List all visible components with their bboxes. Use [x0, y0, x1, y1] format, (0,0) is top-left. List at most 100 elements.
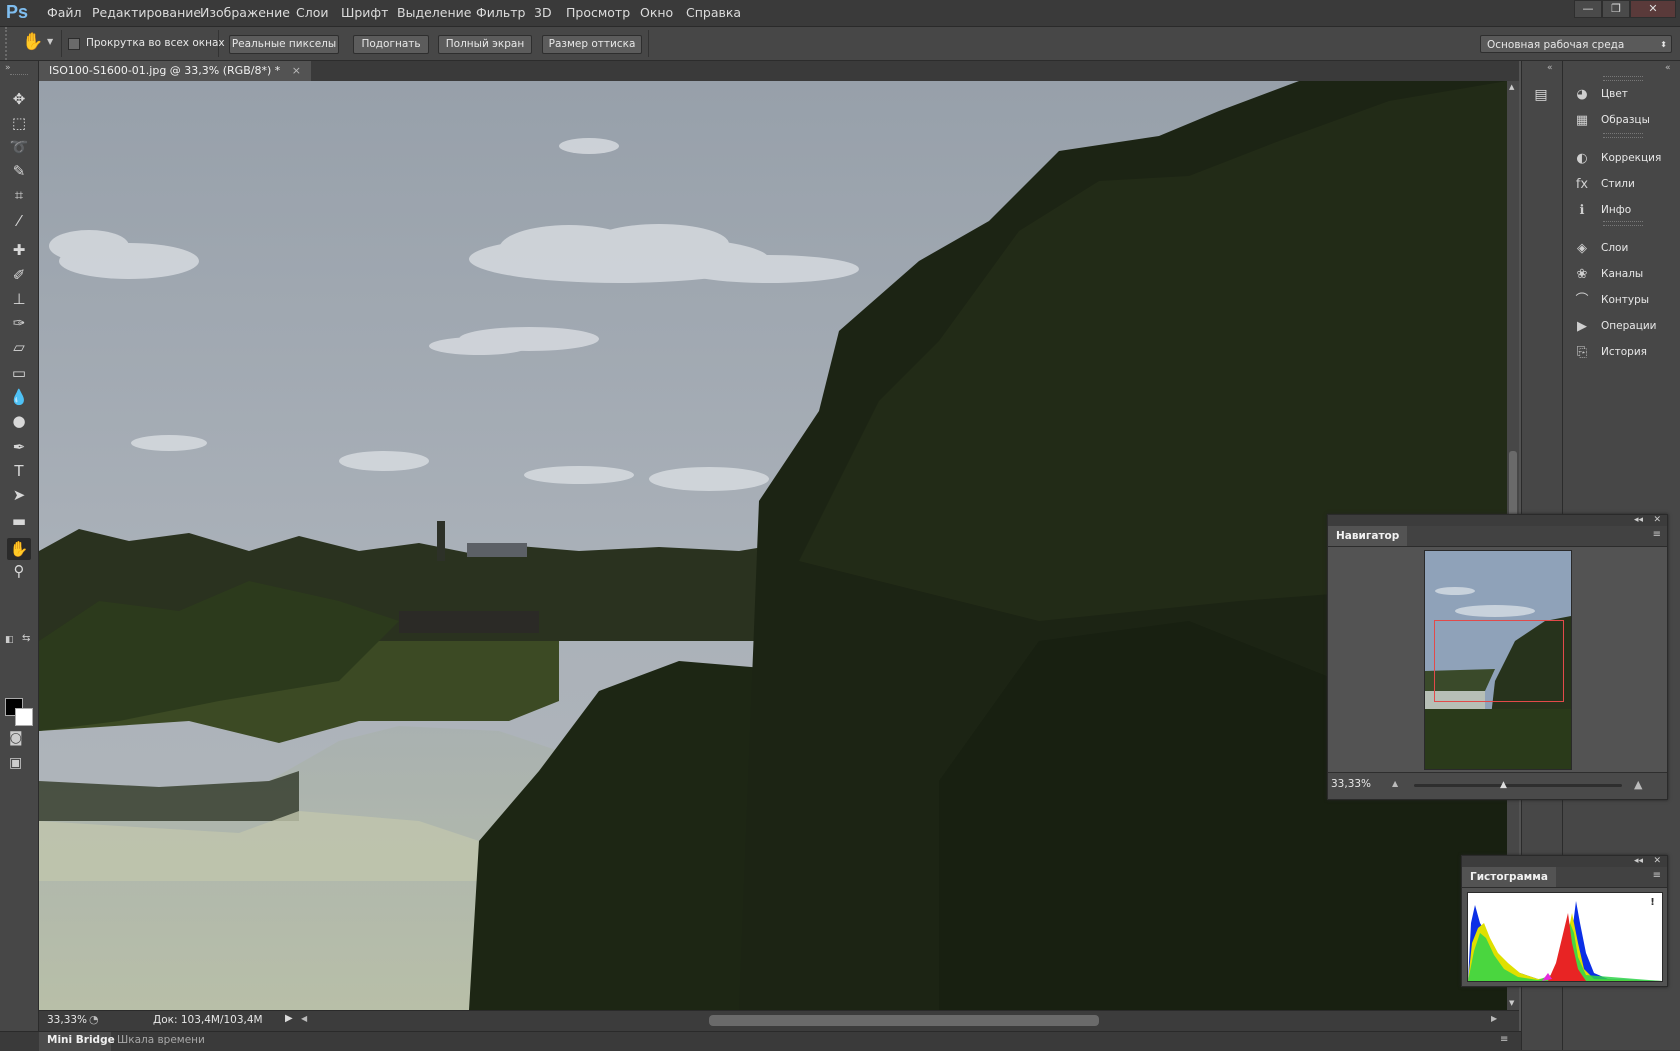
menu-edit[interactable]: Редактирование: [92, 5, 201, 20]
status-zoom[interactable]: 33,33%: [47, 1014, 87, 1026]
dock-item-layers[interactable]: ◈ Слои: [1573, 238, 1679, 260]
document-canvas[interactable]: [39, 81, 1507, 1010]
tab-timeline[interactable]: Шкала времени: [117, 1034, 205, 1046]
menu-filter[interactable]: Фильтр: [476, 5, 525, 20]
horizontal-scroll-thumb[interactable]: [709, 1015, 1099, 1026]
workspace-select[interactable]: Основная рабочая среда ⬍: [1480, 35, 1672, 53]
zoom-tool-icon[interactable]: ⚲: [7, 560, 31, 582]
dock-group-grip[interactable]: [1603, 133, 1643, 138]
path-selection-tool-icon[interactable]: ➤: [7, 484, 31, 506]
menu-view[interactable]: Просмотр: [566, 5, 630, 20]
quick-selection-tool-icon[interactable]: ✎: [7, 160, 31, 182]
panel-menu-icon[interactable]: ≡: [1500, 1034, 1508, 1045]
menu-help[interactable]: Справка: [686, 5, 741, 20]
tab-mini-bridge[interactable]: Mini Bridge: [47, 1034, 115, 1046]
zoom-in-icon[interactable]: ▲: [1634, 778, 1642, 791]
collapse-toolbar-icon[interactable]: »: [5, 63, 11, 73]
history-brush-tool-icon[interactable]: ✑: [7, 312, 31, 334]
navigator-thumbnail[interactable]: [1424, 550, 1572, 770]
scroll-left-icon[interactable]: ◀: [301, 1014, 307, 1023]
dodge-tool-icon[interactable]: ●: [7, 410, 31, 432]
warning-icon[interactable]: !: [1647, 897, 1658, 908]
hand-tool-preset-icon[interactable]: ✋: [22, 32, 43, 52]
close-icon[interactable]: ✕: [1653, 856, 1661, 867]
dock-item-styles[interactable]: fx Стили: [1573, 174, 1679, 196]
gradient-tool-icon[interactable]: ▭: [7, 362, 31, 384]
collapse-dock-icon[interactable]: «: [1665, 63, 1671, 73]
dock-item-swatches[interactable]: ▦ Образцы: [1573, 110, 1679, 132]
menu-file[interactable]: Файл: [47, 5, 82, 20]
dock-item-actions[interactable]: ▶ Операции: [1573, 316, 1679, 338]
menu-3d[interactable]: 3D: [534, 5, 552, 20]
restore-button[interactable]: ❐: [1602, 0, 1630, 18]
fit-screen-button[interactable]: Подогнать: [353, 35, 429, 54]
marquee-tool-icon[interactable]: ⬚: [7, 112, 31, 134]
lasso-tool-icon[interactable]: ➰: [7, 136, 31, 158]
zoom-out-icon[interactable]: ▲: [1392, 779, 1398, 788]
healing-brush-tool-icon[interactable]: ✚: [7, 239, 31, 261]
vertical-scroll-thumb[interactable]: [1509, 451, 1517, 521]
collapse-icon[interactable]: ◂◂: [1634, 515, 1643, 526]
panel-menu-icon[interactable]: ≡: [1653, 529, 1661, 540]
zoom-slider[interactable]: [1414, 784, 1622, 787]
navigator-panel: ◂◂ ✕ Навигатор ≡ 33,33% ▲ ▲ ▲: [1327, 514, 1668, 800]
move-tool-icon[interactable]: ✥: [7, 88, 31, 110]
document-tab[interactable]: ISO100-S1600-01.jpg @ 33,3% (RGB/8*) * ×: [39, 61, 311, 81]
menu-layers[interactable]: Слои: [296, 5, 329, 20]
scroll-all-checkbox[interactable]: [68, 38, 80, 50]
hand-tool-icon[interactable]: ✋: [7, 538, 31, 560]
status-info-icon[interactable]: ◔: [89, 1013, 99, 1026]
clone-stamp-tool-icon[interactable]: ⊥: [7, 288, 31, 310]
background-color-swatch[interactable]: [15, 708, 33, 726]
menu-type[interactable]: Шрифт: [341, 5, 388, 20]
tab-histogram[interactable]: Гистограмма: [1462, 867, 1556, 887]
navigator-header[interactable]: ◂◂ ✕: [1328, 515, 1667, 526]
menu-select[interactable]: Выделение: [397, 5, 471, 20]
print-size-button[interactable]: Размер оттиска: [542, 35, 642, 54]
dock-item-label: Слои: [1601, 242, 1629, 254]
crop-tool-icon[interactable]: ⌗: [7, 184, 31, 206]
scroll-right-icon[interactable]: ▶: [1491, 1014, 1497, 1023]
default-colors-icon[interactable]: ◧: [5, 635, 14, 645]
dock-item-color[interactable]: ◕ Цвет: [1573, 84, 1679, 106]
close-button[interactable]: ✕: [1630, 0, 1676, 18]
shape-tool-icon[interactable]: ▬: [7, 510, 31, 532]
properties-icon[interactable]: ▤: [1531, 87, 1551, 107]
panel-menu-icon[interactable]: ≡: [1653, 870, 1661, 881]
dock-item-info[interactable]: ℹ Инфо: [1573, 200, 1679, 222]
scroll-down-icon[interactable]: ▼: [1509, 999, 1514, 1007]
minimize-button[interactable]: —: [1574, 0, 1602, 18]
full-screen-button[interactable]: Полный экран: [438, 35, 532, 54]
options-grip[interactable]: [5, 27, 17, 60]
dock-item-channels[interactable]: ❀ Каналы: [1573, 264, 1679, 286]
histogram-header[interactable]: ◂◂ ✕: [1462, 856, 1667, 867]
swap-colors-icon[interactable]: ⇆: [22, 633, 30, 644]
scroll-up-icon[interactable]: ▲: [1509, 83, 1514, 91]
menu-image[interactable]: Изображение: [200, 5, 290, 20]
navigator-view-box[interactable]: [1434, 620, 1564, 702]
dock-item-paths[interactable]: ⌒ Контуры: [1573, 290, 1679, 312]
preset-dropdown-icon[interactable]: ▼: [47, 37, 53, 46]
pen-tool-icon[interactable]: ✒: [7, 436, 31, 458]
collapse-strip-icon[interactable]: «: [1547, 63, 1553, 73]
menu-window[interactable]: Окно: [640, 5, 673, 20]
collapse-icon[interactable]: ◂◂: [1634, 856, 1643, 867]
close-tab-icon[interactable]: ×: [292, 64, 301, 77]
quick-mask-icon[interactable]: ◙: [9, 730, 23, 746]
status-menu-arrow-icon[interactable]: ▶: [285, 1013, 293, 1024]
brush-tool-icon[interactable]: ✐: [7, 264, 31, 286]
dock-item-history[interactable]: ⎘ История: [1573, 342, 1679, 364]
navigator-zoom-value[interactable]: 33,33%: [1331, 778, 1371, 790]
close-icon[interactable]: ✕: [1653, 515, 1661, 526]
screen-mode-icon[interactable]: ▣: [9, 755, 22, 771]
blur-tool-icon[interactable]: 💧: [7, 386, 31, 408]
tab-navigator[interactable]: Навигатор: [1328, 526, 1408, 546]
type-tool-icon[interactable]: T: [7, 460, 31, 482]
eyedropper-tool-icon[interactable]: ⁄: [7, 210, 31, 232]
dock-grip[interactable]: [1603, 76, 1643, 81]
zoom-slider-thumb[interactable]: ▲: [1500, 780, 1507, 790]
eraser-tool-icon[interactable]: ▱: [7, 336, 31, 358]
dock-item-adjustments[interactable]: ◐ Коррекция: [1573, 148, 1679, 170]
toolbar-grip[interactable]: [10, 74, 28, 77]
actual-pixels-button[interactable]: Реальные пикселы: [229, 35, 339, 54]
